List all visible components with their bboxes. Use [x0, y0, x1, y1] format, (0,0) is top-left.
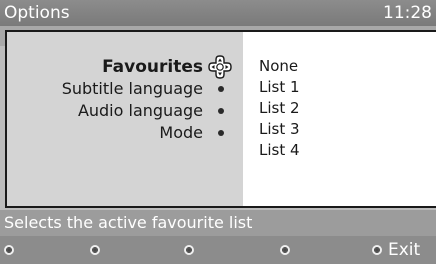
- menu-item-label: Favourites: [102, 57, 203, 77]
- navigation-cross-icon: [208, 55, 232, 79]
- menu-item-mode[interactable]: Mode: [7, 122, 243, 144]
- menu-title: Options: [4, 3, 70, 23]
- help-text: Selects the active favourite list: [4, 213, 253, 232]
- menu-item-label: Mode: [159, 123, 203, 142]
- menu-item-label: Subtitle language: [61, 79, 203, 98]
- menu-item-label: Audio language: [77, 101, 203, 120]
- green-key-icon[interactable]: [90, 245, 100, 255]
- option-list-1[interactable]: List 1: [259, 77, 300, 97]
- exit-key-icon[interactable]: [372, 245, 382, 255]
- bullet-icon: [218, 86, 224, 92]
- bullet-icon: [218, 108, 224, 114]
- menu-item-subtitle-language[interactable]: Subtitle language: [7, 78, 243, 100]
- option-list-2[interactable]: List 2: [259, 98, 300, 118]
- option-list-4[interactable]: List 4: [259, 140, 300, 160]
- help-bar: Selects the active favourite list: [0, 210, 436, 236]
- option-none[interactable]: None: [259, 56, 298, 76]
- menu-item-audio-language[interactable]: Audio language: [7, 100, 243, 122]
- clock: 11:28: [383, 3, 432, 23]
- options-panel: Favourites Subtitle language Audio langu…: [5, 30, 436, 208]
- tv-options-screen: Options 11:28 Favourites Subtitle langua…: [0, 0, 436, 264]
- blue-key-icon[interactable]: [280, 245, 290, 255]
- yellow-key-icon[interactable]: [184, 245, 194, 255]
- exit-label[interactable]: Exit: [388, 239, 420, 261]
- option-list-3[interactable]: List 3: [259, 119, 300, 139]
- menu-list: Favourites Subtitle language Audio langu…: [7, 32, 243, 206]
- menu-item-favourites[interactable]: Favourites: [7, 55, 243, 79]
- red-key-icon[interactable]: [4, 245, 14, 255]
- bullet-icon: [218, 130, 224, 136]
- favourites-options-list: None List 1 List 2 List 3 List 4: [243, 32, 436, 206]
- color-key-bar: Exit: [0, 236, 436, 264]
- title-bar: Options 11:28: [0, 0, 436, 26]
